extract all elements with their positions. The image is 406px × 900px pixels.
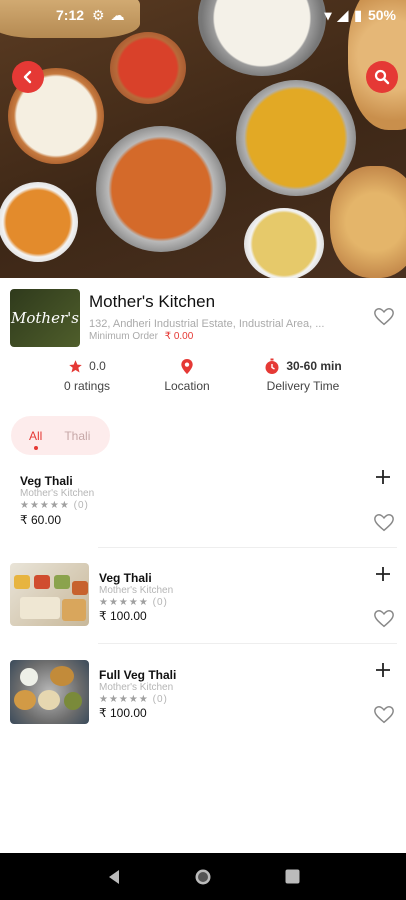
menu-item-rating: ★★★★★ (0) (99, 597, 168, 608)
back-button[interactable] (12, 61, 44, 93)
active-tab-indicator (33, 445, 38, 450)
restaurant-address: 132, Andheri Industrial Estate, Industri… (89, 318, 325, 330)
hero-food-image: 7:12 ⚙ ☁ ▾ ◢ ▮ 50% (0, 0, 406, 278)
battery-icon: ▮ (354, 6, 362, 23)
menu-item-image (10, 660, 89, 724)
menu-item-price: ₹ 100.00 (99, 609, 147, 623)
favorite-restaurant-button[interactable] (373, 306, 397, 330)
heart-icon (374, 706, 394, 724)
system-navigation-bar (0, 853, 406, 900)
location-stat[interactable]: Location (156, 356, 218, 393)
minimum-order-label: Minimum Order (89, 331, 158, 342)
status-time: 7:12 (56, 7, 85, 23)
timer-icon (265, 358, 279, 374)
add-to-cart-button[interactable] (374, 565, 392, 583)
heart-icon (374, 514, 394, 532)
wifi-icon: ▾ (324, 6, 332, 23)
location-pin-icon (181, 358, 193, 374)
rating-count: (0) (152, 597, 168, 608)
nav-home-icon[interactable] (194, 868, 212, 886)
plus-icon (376, 567, 390, 581)
menu-item-image (10, 563, 89, 626)
menu-item-price: ₹ 100.00 (99, 706, 147, 720)
menu-item-price: ₹ 60.00 (20, 513, 61, 527)
delivery-time-value: 30-60 min (286, 359, 342, 373)
search-icon (374, 69, 390, 85)
heart-icon (374, 308, 394, 326)
back-arrow-icon (23, 70, 32, 84)
battery-percent: 50% (367, 7, 396, 23)
rating-value: 0.0 (89, 359, 106, 373)
minimum-order-value: ₹ 0.00 (164, 331, 194, 342)
rating-stars: ★★★★★ (20, 500, 70, 511)
settings-icon: ⚙ (92, 6, 105, 23)
menu-item-restaurant: Mother's Kitchen (20, 488, 95, 499)
star-icon (69, 359, 82, 372)
menu-item-rating: ★★★★★ (0) (20, 500, 89, 511)
rating-stars: ★★★★★ (99, 597, 149, 608)
plus-icon (376, 470, 390, 484)
menu-item-restaurant: Mother's Kitchen (99, 585, 174, 596)
plus-icon (376, 663, 390, 677)
status-bar: 7:12 ⚙ ☁ ▾ ◢ ▮ 50% (0, 0, 406, 30)
favorite-item-button[interactable] (373, 608, 397, 632)
minimum-order: Minimum Order ₹ 0.00 (89, 331, 193, 342)
search-button[interactable] (366, 61, 398, 93)
restaurant-name: Mother's Kitchen (89, 292, 216, 311)
category-tabs: All Thali (11, 416, 110, 455)
tab-all[interactable]: All (29, 429, 42, 450)
delivery-time-stat: 30-60 min Delivery Time (260, 356, 346, 393)
divider (98, 547, 397, 548)
nav-back-icon[interactable] (106, 869, 122, 885)
rating-count: (0) (73, 500, 89, 511)
menu-item[interactable]: Veg Thali Mother's Kitchen ★★★★★ (0) ₹ 6… (0, 462, 406, 542)
menu-item[interactable]: Veg Thali Mother's Kitchen ★★★★★ (0) ₹ 1… (0, 560, 406, 632)
rating-stat: 0.0 0 ratings (55, 356, 119, 393)
menu-item-name: Veg Thali (99, 571, 152, 585)
nav-recents-icon[interactable] (285, 869, 300, 884)
restaurant-logo: Mother's (10, 289, 80, 347)
delivery-time-label: Delivery Time (266, 379, 340, 393)
signal-icon: ◢ (337, 6, 349, 23)
heart-icon (374, 610, 394, 628)
tab-thali[interactable]: Thali (64, 429, 90, 443)
divider (98, 643, 397, 644)
menu-item[interactable]: Full Veg Thali Mother's Kitchen ★★★★★ (0… (0, 657, 406, 729)
menu-item-restaurant: Mother's Kitchen (99, 682, 174, 693)
favorite-item-button[interactable] (373, 704, 397, 728)
add-to-cart-button[interactable] (374, 661, 392, 679)
add-to-cart-button[interactable] (374, 468, 392, 486)
menu-item-name: Full Veg Thali (99, 668, 177, 682)
rating-stars: ★★★★★ (99, 694, 149, 705)
favorite-item-button[interactable] (373, 512, 397, 536)
menu-item-name: Veg Thali (20, 474, 73, 488)
rating-label: 0 ratings (63, 379, 111, 393)
location-label: Location (164, 379, 210, 393)
rating-count: (0) (152, 694, 168, 705)
menu-item-rating: ★★★★★ (0) (99, 694, 168, 705)
cloud-icon: ☁ (110, 6, 125, 23)
